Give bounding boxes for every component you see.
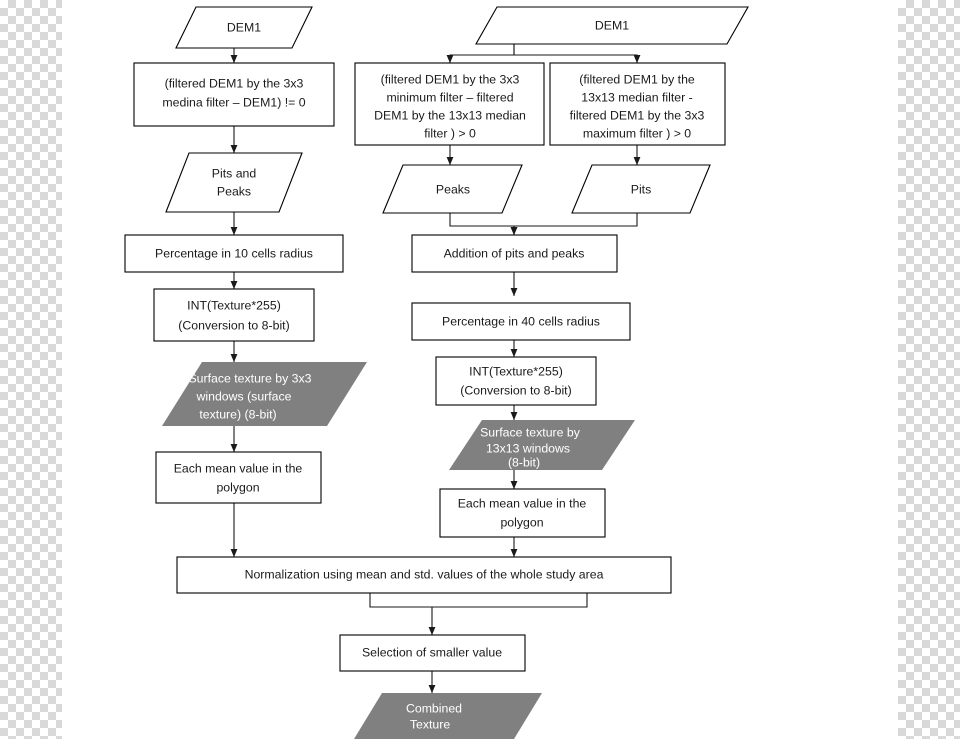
- node-surface-13x13-line3: (8-bit): [508, 455, 540, 469]
- node-mean-left-line2: polygon: [216, 480, 259, 494]
- node-surface-3x3-line1: Surface texture by 3x3: [188, 371, 311, 385]
- node-filter-right-line4: maximum filter ) > 0: [583, 126, 691, 140]
- connector-pits-to-addition: [510, 213, 638, 236]
- node-combined-line2: Texture: [410, 717, 450, 731]
- node-surface-13x13-line1: Surface texture by: [480, 425, 581, 439]
- node-surface-13x13-line2: 13x13 windows: [486, 441, 570, 455]
- node-int-left: INT(Texture*255) (Conversion to 8-bit): [153, 288, 315, 342]
- node-pits-label: Pits: [631, 182, 652, 196]
- node-mean-right-line2: polygon: [500, 515, 543, 529]
- node-selection-label: Selection of smaller value: [362, 645, 502, 659]
- node-pits: Pits: [571, 164, 711, 214]
- node-dem1-right-label: DEM1: [595, 18, 629, 32]
- node-addition-label: Addition of pits and peaks: [444, 246, 585, 260]
- node-filter-mid-line3: DEM1 by the 13x13 median: [374, 108, 526, 122]
- node-dem1-left-label: DEM1: [227, 20, 261, 34]
- node-int-right-line1: INT(Texture*255): [469, 364, 563, 378]
- node-peaks: Peaks: [382, 164, 523, 214]
- node-surface-3x3-line3: texture) (8-bit): [199, 407, 276, 421]
- node-surface-texture-13x13: Surface texture by 13x13 windows (8-bit): [449, 420, 635, 470]
- node-combined-texture: Combined Texture: [354, 693, 542, 739]
- node-filter-mid-line2: minimum filter – filtered: [386, 90, 513, 104]
- node-mean-right: Each mean value in the polygon: [439, 488, 606, 538]
- node-filter-right: (filtered DEM1 by the 13x13 median filte…: [549, 62, 726, 146]
- node-normalization: Normalization using mean and std. values…: [176, 556, 672, 594]
- transparency-checker-left: [0, 0, 62, 739]
- node-int-right: INT(Texture*255) (Conversion to 8-bit): [435, 356, 597, 406]
- node-filter-mid-line4: filter ) > 0: [424, 126, 476, 140]
- connector-normalization-left-to-selection: [369, 593, 436, 636]
- connector-normalization-right-to-selection: [432, 593, 588, 608]
- node-percentage-10: Percentage in 10 cells radius: [124, 234, 344, 273]
- node-filter-right-line1: (filtered DEM1 by the: [579, 72, 695, 86]
- node-int-left-line1: INT(Texture*255): [187, 298, 281, 312]
- node-surface-3x3-line2: windows (surface: [196, 389, 292, 403]
- connector-dem1-right-to-filter-right: [513, 44, 641, 64]
- node-filter-right-line2: 13x13 median filter -: [581, 90, 692, 104]
- node-int-left-line2: (Conversion to 8-bit): [178, 318, 289, 332]
- node-peaks-label: Peaks: [436, 182, 470, 196]
- node-filter-left-line1: (filtered DEM1 by the 3x3: [165, 76, 304, 90]
- node-percentage-40-label: Percentage in 40 cells radius: [442, 314, 600, 328]
- connector-peaks-to-addition: [449, 213, 518, 236]
- node-filter-right-line3: filtered DEM1 by the 3x3: [570, 108, 705, 122]
- node-filter-left: (filtered DEM1 by the 3x3 medina filter …: [133, 62, 335, 127]
- node-addition: Addition of pits and peaks: [411, 234, 618, 273]
- flowchart: DEM1 DEM1 (filtered DEM1 by the 3x3 medi…: [62, 0, 898, 739]
- node-pits-and-peaks-line1: Pits and: [212, 166, 257, 180]
- node-percentage-10-label: Percentage in 10 cells radius: [155, 246, 313, 260]
- node-surface-texture-3x3: Surface texture by 3x3 windows (surface …: [162, 362, 367, 426]
- node-normalization-label: Normalization using mean and std. values…: [245, 567, 604, 581]
- connector-dem1-right-to-filter-mid: [446, 44, 515, 64]
- node-mean-right-line1: Each mean value in the: [458, 496, 587, 510]
- node-filter-left-line2: medina filter – DEM1) != 0: [162, 95, 305, 109]
- node-percentage-40: Percentage in 40 cells radius: [411, 302, 631, 341]
- transparency-checker-right: [898, 0, 960, 739]
- node-pits-and-peaks: Pits and Peaks: [165, 152, 303, 213]
- node-filter-mid-line1: (filtered DEM1 by the 3x3: [381, 72, 520, 86]
- node-selection: Selection of smaller value: [339, 634, 526, 672]
- node-dem1-right: DEM1: [475, 6, 749, 45]
- node-filter-mid: (filtered DEM1 by the 3x3 minimum filter…: [354, 62, 545, 146]
- node-mean-left-line1: Each mean value in the: [174, 461, 303, 475]
- node-int-right-line2: (Conversion to 8-bit): [460, 383, 571, 397]
- node-pits-and-peaks-line2: Peaks: [217, 184, 251, 198]
- node-combined-line1: Combined: [406, 701, 462, 715]
- node-dem1-left: DEM1: [175, 6, 313, 49]
- node-mean-left: Each mean value in the polygon: [155, 451, 322, 504]
